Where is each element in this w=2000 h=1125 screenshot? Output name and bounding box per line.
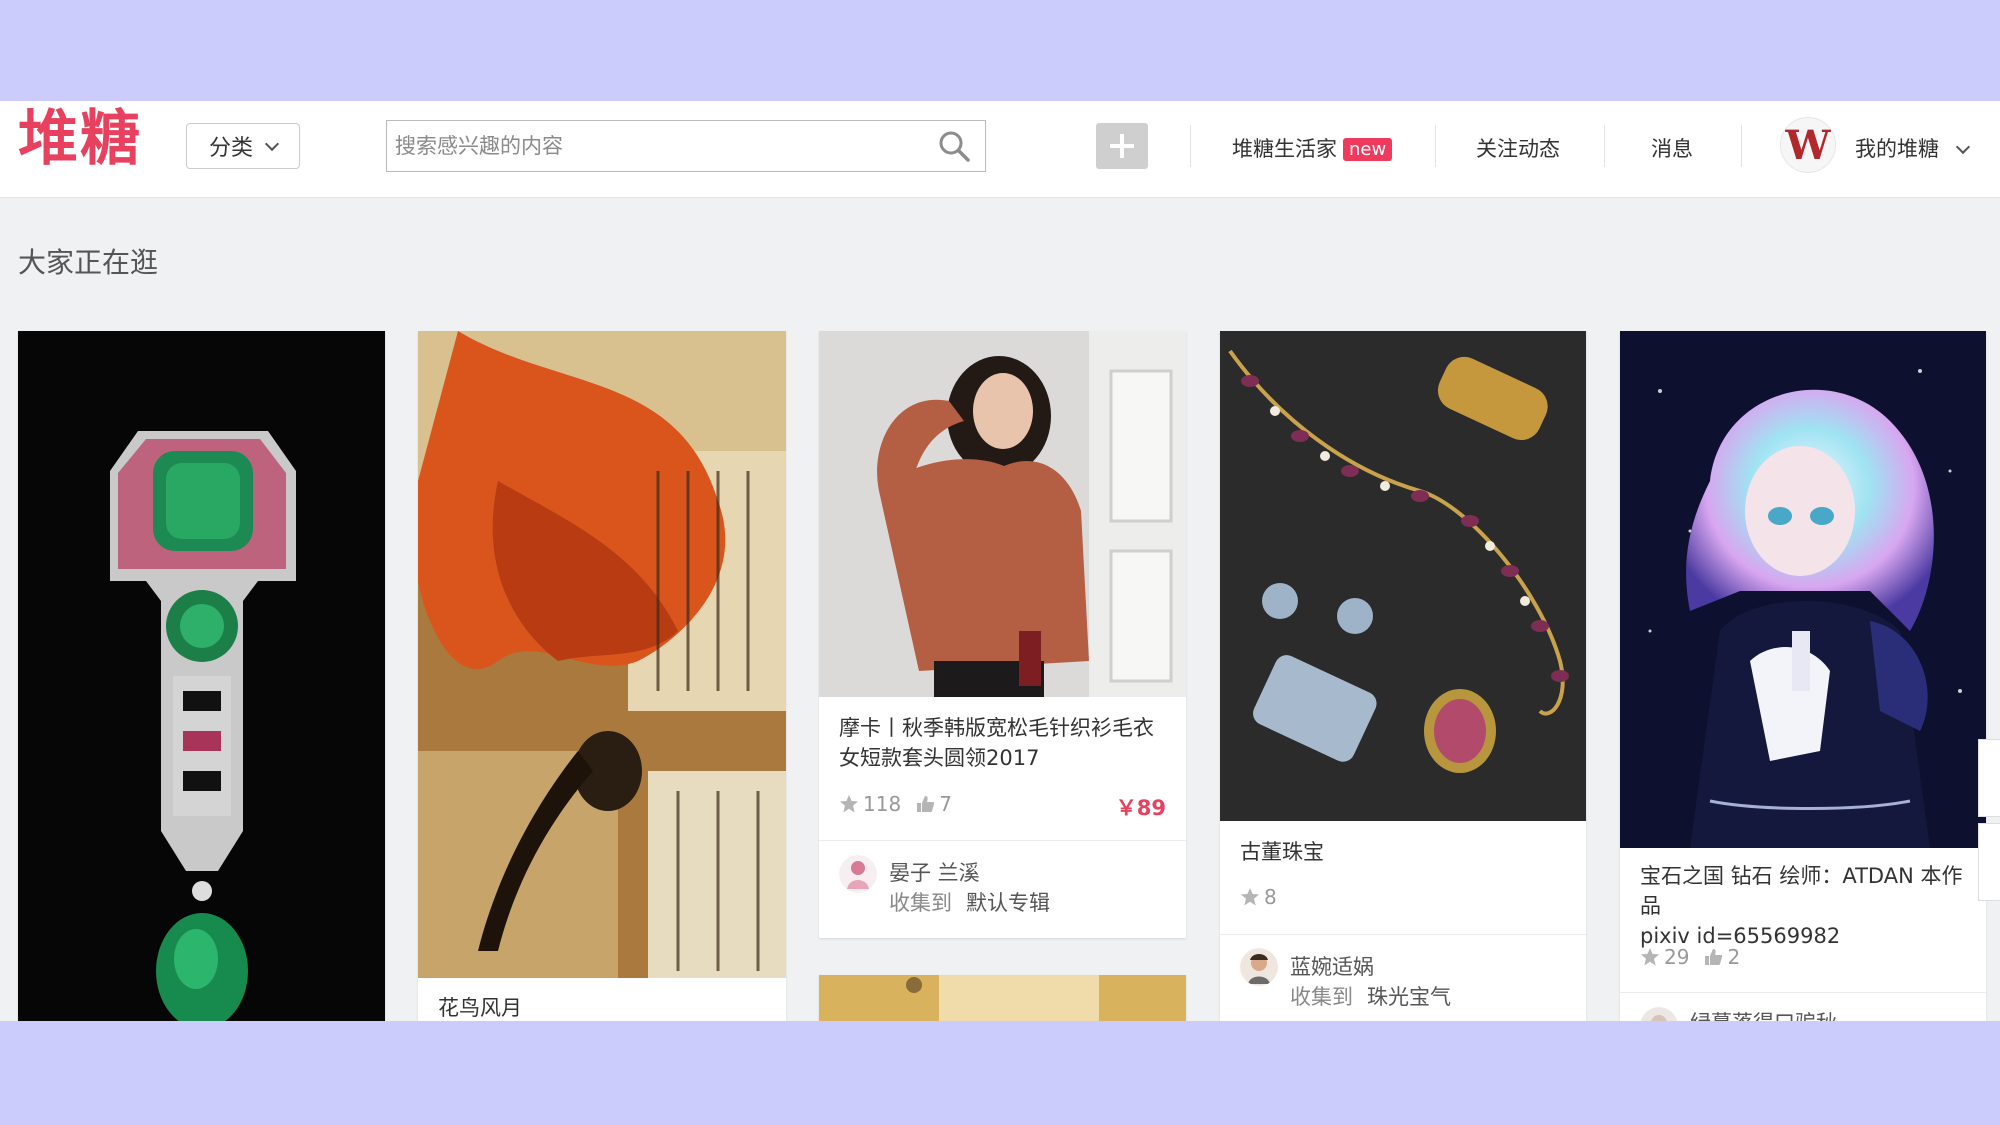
pin-card[interactable] [819,975,1186,1021]
favorite-count: 118 [839,792,901,816]
pin-caption-line: 宝石之国 钻石 绘师：ATDAN 本作品 [1640,864,1963,918]
section-title: 大家正在逛 [18,246,159,279]
favorite-count-value: 8 [1264,885,1277,909]
side-float-button[interactable] [1978,823,2000,901]
pin-image[interactable] [418,331,786,978]
pin-card[interactable]: 摩卡丨秋季韩版宽松毛针织衫毛衣女短款套头圆领2017 118 7 ￥89 晏子 … [819,331,1186,938]
pin-image[interactable] [819,331,1186,697]
nav-divider [1604,125,1605,167]
top-header: 堆糖 分类 堆糖生活家 new 关注动态 消息 W 我的堆糖 [0,101,2000,198]
star-icon [840,795,858,813]
pin-image[interactable] [1620,331,1986,848]
search-icon[interactable] [937,129,971,163]
user-avatar[interactable] [839,855,877,893]
nav-divider [1435,125,1436,167]
pin-image[interactable] [18,331,385,1021]
nav-messages[interactable]: 消息 [1651,133,1693,163]
pin-caption: 宝石之国 钻石 绘师：ATDAN 本作品 pixiv id=65569982 [1640,861,1966,951]
favorite-count: 8 [1240,885,1277,909]
thumbs-up-icon [1705,949,1723,965]
side-float-button[interactable] [1978,739,2000,817]
pin-stats: 29 2 [1640,945,1740,969]
new-badge: new [1343,138,1393,161]
nav-my-duitang-label: 我的堆糖 [1855,137,1939,161]
pin-image[interactable] [819,975,1186,1021]
chevron-down-icon [264,136,280,152]
user-avatar[interactable]: W [1780,117,1836,173]
like-count-value: 2 [1727,945,1741,969]
nav-lifehome-label: 堆糖生活家 [1232,137,1337,161]
star-icon [1241,888,1259,906]
site-logo[interactable]: 堆糖 [18,109,142,169]
chevron-down-icon [1955,139,1970,155]
collected-to-label: 收集到 [889,891,952,915]
favorite-count: 29 [1640,945,1689,969]
pin-caption: 摩卡丨秋季韩版宽松毛针织衫毛衣女短款套头圆领2017 [839,716,1154,770]
user-avatar[interactable] [1640,1007,1678,1021]
collected-to: 收集到 默认专辑 [889,887,1050,917]
pin-card[interactable]: 古董珠宝 8 蓝婉适娲 收集到 珠光宝气 [1220,331,1586,1021]
thumbs-up-icon [917,796,935,812]
category-dropdown[interactable]: 分类 [186,123,300,169]
like-count: 7 [915,792,952,816]
pin-user-name[interactable]: 蓝婉适娲 [1290,951,1374,981]
nav-divider [1741,125,1742,167]
nav-lifehome[interactable]: 堆糖生活家 new [1232,133,1393,163]
pin-price: ￥89 [1115,796,1166,820]
category-label: 分类 [208,136,253,161]
add-content-button[interactable] [1096,123,1148,169]
user-avatar[interactable] [1240,948,1278,986]
album-link[interactable]: 珠光宝气 [1367,985,1451,1009]
pin-card[interactable]: 花鸟风月 [418,331,786,1021]
collected-to-label: 收集到 [1290,985,1353,1009]
album-link[interactable]: 默认专辑 [966,891,1050,915]
nav-divider [1190,125,1191,167]
search-box [386,120,986,172]
pin-caption: 古董珠宝 [1240,840,1324,864]
pin-caption: 花鸟风月 [438,996,522,1020]
divider [819,840,1186,841]
nav-follow[interactable]: 关注动态 [1476,133,1560,163]
pin-card[interactable]: 宝石之国 钻石 绘师：ATDAN 本作品 pixiv id=65569982 2… [1620,331,1986,1021]
divider [1620,992,1986,993]
like-count: 2 [1703,945,1740,969]
pin-stats: 8 [1240,885,1277,909]
favorite-count-value: 29 [1664,945,1690,969]
pin-card[interactable] [18,331,385,1021]
nav-my-duitang[interactable]: 我的堆糖 [1855,133,1970,163]
pin-stats: 118 7 [839,792,952,816]
star-icon [1641,948,1659,966]
search-input[interactable] [387,121,907,171]
collected-to: 收集到 珠光宝气 [1290,981,1451,1011]
favorite-count-value: 118 [863,792,902,816]
pin-user-name[interactable]: 绿蔓落得口骗秋 [1690,1007,1837,1021]
pin-user-name[interactable]: 晏子 兰溪 [889,857,980,887]
divider [1220,934,1586,935]
like-count-value: 7 [939,792,952,816]
pin-image[interactable] [1220,331,1586,821]
page-viewport: 堆糖 分类 堆糖生活家 new 关注动态 消息 W 我的堆糖 大家正在逛 [0,101,2000,1021]
